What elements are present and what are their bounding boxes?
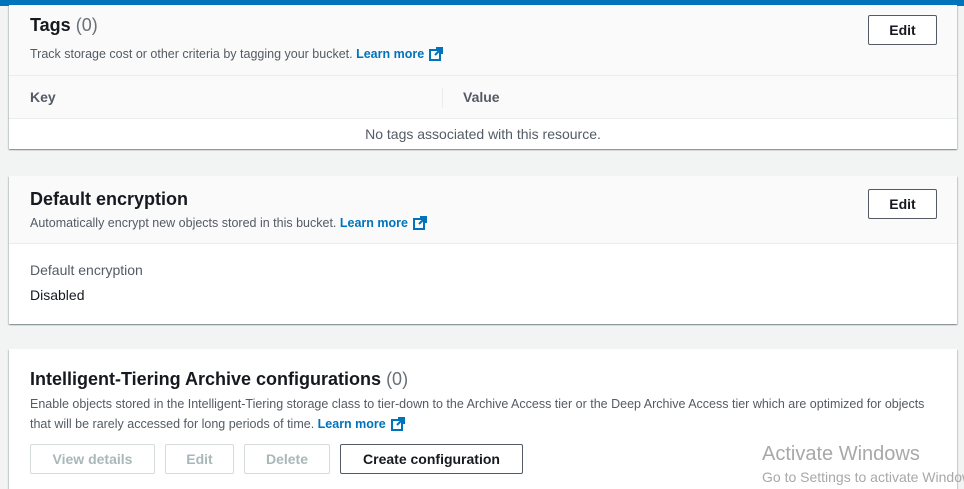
tags-learn-more-link[interactable]: Learn more <box>356 47 424 61</box>
tags-edit-button[interactable]: Edit <box>868 15 937 45</box>
encryption-edit-button[interactable]: Edit <box>868 189 937 219</box>
column-header-key[interactable]: Key <box>30 89 56 105</box>
tiering-learn-more-link[interactable]: Learn more <box>318 417 386 431</box>
encryption-field-label: Default encryption <box>30 262 143 278</box>
encryption-panel-header: Default encryption Automatically encrypt… <box>9 176 957 244</box>
encryption-field-value: Disabled <box>30 287 85 303</box>
column-divider <box>442 88 443 108</box>
external-link-icon[interactable] <box>412 216 427 230</box>
external-link-icon[interactable] <box>429 47 444 61</box>
tags-table-header: Key Value <box>9 76 957 119</box>
tags-count: (0) <box>75 15 98 35</box>
tags-panel: Tags (0) Track storage cost or other cri… <box>9 5 957 149</box>
tags-title: Tags (0) <box>30 15 98 36</box>
tags-title-text: Tags <box>30 15 71 35</box>
encryption-description-text: Automatically encrypt new objects stored… <box>30 216 337 230</box>
view-details-button[interactable]: View details <box>30 444 155 474</box>
create-configuration-button[interactable]: Create configuration <box>340 444 523 474</box>
encryption-panel: Default encryption Automatically encrypt… <box>9 176 957 324</box>
tiering-panel: Intelligent-Tiering Archive configuratio… <box>9 349 957 489</box>
external-link-icon[interactable] <box>390 417 405 431</box>
tiering-count: (0) <box>386 369 409 389</box>
tiering-title-text: Intelligent-Tiering Archive configuratio… <box>30 369 382 389</box>
encryption-learn-more-link[interactable]: Learn more <box>340 216 408 230</box>
column-header-value[interactable]: Value <box>463 89 500 105</box>
tiering-edit-button[interactable]: Edit <box>165 444 234 474</box>
tiering-description-text: Enable objects stored in the Intelligent… <box>30 397 925 431</box>
tags-description-text: Track storage cost or other criteria by … <box>30 47 353 61</box>
tags-empty-message: No tags associated with this resource. <box>365 126 601 142</box>
tiering-description: Enable objects stored in the Intelligent… <box>30 394 930 434</box>
delete-button[interactable]: Delete <box>244 444 330 474</box>
encryption-description: Automatically encrypt new objects stored… <box>30 216 427 230</box>
tags-panel-header: Tags (0) Track storage cost or other cri… <box>9 5 957 76</box>
tiering-title: Intelligent-Tiering Archive configuratio… <box>30 369 408 390</box>
encryption-title: Default encryption <box>30 189 189 209</box>
tags-description: Track storage cost or other criteria by … <box>30 47 444 61</box>
